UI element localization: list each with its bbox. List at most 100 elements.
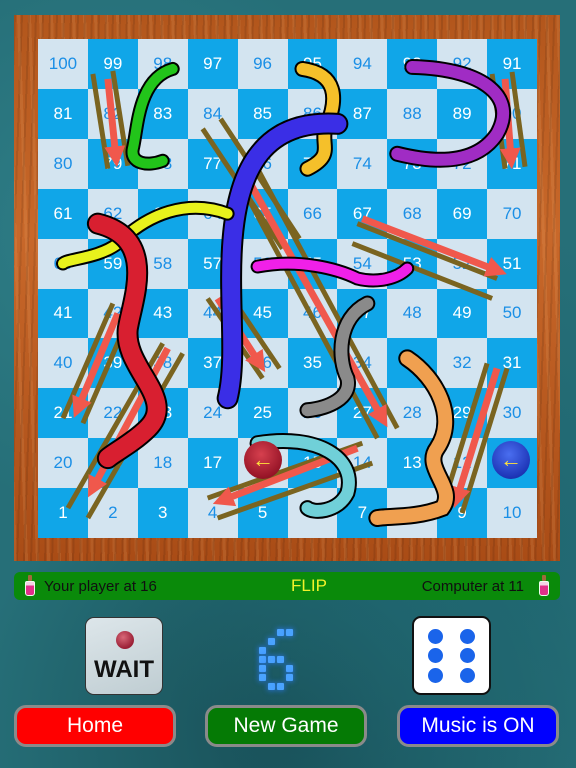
board-square: 37 [187, 338, 238, 389]
computer-token: ← [492, 441, 530, 479]
die-pip [460, 648, 475, 663]
game-board: 100 99 98 97 96 95 94 93 92 91 81 82 83 84 85 86 87 88 89 9… [38, 39, 537, 538]
board-square: 90 [487, 88, 537, 139]
board-square: 46 [287, 288, 338, 339]
board-square: 56 [237, 238, 288, 289]
die-pip [428, 668, 443, 683]
digit-pixel [268, 638, 275, 645]
board-square: 79 [87, 138, 138, 189]
left-arrow-icon: ← [252, 447, 274, 472]
board-square: 57 [187, 238, 238, 289]
digit-pixel [259, 647, 266, 654]
board-square: 55 [287, 238, 338, 289]
board-square: 83 [137, 88, 188, 139]
board-square: 5 [237, 488, 288, 538]
board-square: 4 [187, 488, 238, 538]
board-square: 95 [287, 39, 338, 89]
potion-icon [24, 575, 36, 597]
digit-pixel [259, 674, 266, 681]
wait-button[interactable]: WAIT [85, 617, 163, 695]
board-square: 10 [487, 488, 537, 538]
board-square: 87 [337, 88, 388, 139]
digit-pixel [277, 656, 284, 663]
board-square: 9 [437, 488, 488, 538]
board-square: 73 [387, 138, 438, 189]
digit-pixel [259, 665, 266, 672]
board-square: 67 [337, 188, 388, 239]
board-square: 99 [87, 39, 138, 89]
board-square: 35 [287, 338, 338, 389]
new-game-button[interactable]: New Game [205, 705, 367, 747]
dice-button[interactable] [412, 616, 491, 695]
board-square: 76 [237, 138, 288, 189]
board-square: 60 [38, 238, 88, 289]
digit-pixel [286, 629, 293, 636]
board-square: 78 [137, 138, 188, 189]
board-square: 22 [87, 388, 138, 439]
board-square: 65 [237, 188, 288, 239]
board-square: 54 [337, 238, 388, 289]
board-square: 69 [437, 188, 488, 239]
board-square: 27 [337, 388, 388, 439]
board-square: 8 [387, 488, 438, 538]
left-arrow-icon: ← [500, 447, 522, 472]
board-square: 26 [287, 388, 338, 439]
board-square: 31 [487, 338, 537, 389]
board-square: 50 [487, 288, 537, 339]
board-square: 44 [187, 288, 238, 339]
die-pip [428, 648, 443, 663]
board-square: 70 [487, 188, 537, 239]
board-square: 51 [487, 238, 537, 289]
die-pip [460, 668, 475, 683]
board-square: 20 [38, 438, 88, 489]
board-square: 47 [337, 288, 388, 339]
board-square: 49 [437, 288, 488, 339]
die-pip [428, 629, 443, 644]
potion-icon [538, 575, 550, 597]
board-square: 94 [337, 39, 388, 89]
board-square: 81 [38, 88, 88, 139]
home-button[interactable]: Home [14, 705, 176, 747]
board-square: 77 [187, 138, 238, 189]
board-square: 24 [187, 388, 238, 439]
board-square: 59 [87, 238, 138, 289]
board-square: 6 [287, 488, 338, 538]
die-pip [460, 629, 475, 644]
player-token: ← [244, 441, 282, 479]
board-square: 3 [137, 488, 188, 538]
board-square: 61 [38, 188, 88, 239]
board-square: 15 [287, 438, 338, 489]
board-square: 89 [437, 88, 488, 139]
board-square: 98 [137, 39, 188, 89]
board-square: 19 [87, 438, 138, 489]
flip-button[interactable]: FLIP [244, 576, 374, 596]
board-square: 58 [137, 238, 188, 289]
board-square: 34 [337, 338, 388, 389]
board-square: 42 [87, 288, 138, 339]
wait-label: WAIT [94, 656, 154, 683]
board-square: 88 [387, 88, 438, 139]
digit-pixel [268, 656, 275, 663]
board-square: 36 [237, 338, 288, 389]
board-square: 25 [237, 388, 288, 439]
board-square: 52 [437, 238, 488, 289]
board-square: 41 [38, 288, 88, 339]
board-square: 1 [38, 488, 88, 538]
board-square: 21 [38, 388, 88, 439]
board-square: 82 [87, 88, 138, 139]
board-square: 75 [287, 138, 338, 189]
board-square: 86 [287, 88, 338, 139]
board-square: 68 [387, 188, 438, 239]
board-square: 23 [137, 388, 188, 439]
music-toggle-button[interactable]: Music is ON [397, 705, 559, 747]
status-light-icon [116, 631, 134, 649]
board-square: 7 [337, 488, 388, 538]
board-square: 14 [337, 438, 388, 489]
board-square: 2 [87, 488, 138, 538]
board-square: 97 [187, 39, 238, 89]
board-square: 66 [287, 188, 338, 239]
board-square: 17 [187, 438, 238, 489]
roll-display [245, 625, 305, 695]
board-square: 43 [137, 288, 188, 339]
digit-pixel [286, 665, 293, 672]
